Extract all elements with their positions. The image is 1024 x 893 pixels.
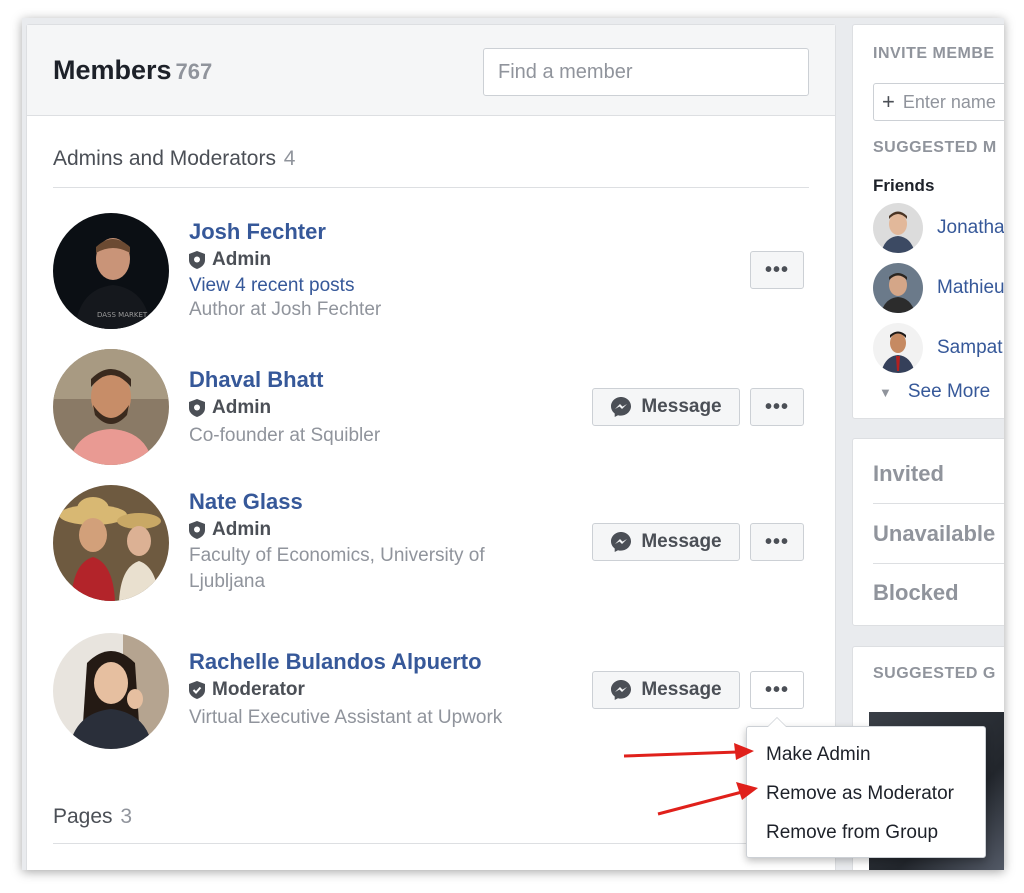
friend-name[interactable]: Mathieu <box>937 277 1004 299</box>
member-description: Virtual Executive Assistant at Upwork <box>189 707 503 728</box>
friend-name[interactable]: Sampat <box>937 337 1002 359</box>
member-row: Dhaval Bhatt Admin Co-founder at Squible… <box>53 349 809 469</box>
suggested-members-heading: SUGGESTED M <box>873 139 997 156</box>
member-description: Faculty of Economics, University of Ljub… <box>189 545 485 592</box>
pages-section-title: Pages 3 <box>53 805 132 829</box>
see-more-label: See More <box>907 381 991 402</box>
invite-card: INVITE MEMBE + Enter name SUGGESTED M Fr… <box>852 24 1004 419</box>
members-count: 767 <box>175 59 213 84</box>
more-icon: ••• <box>764 678 789 701</box>
message-button-label: Message <box>641 396 722 417</box>
member-row: Nate Glass Admin Faculty of Economics, U… <box>53 485 809 605</box>
message-button[interactable]: Message <box>592 671 740 709</box>
shield-icon <box>189 521 205 539</box>
shield-icon <box>189 399 205 417</box>
plus-icon: + <box>882 89 895 114</box>
menu-item-remove-from-group[interactable]: Remove from Group <box>766 822 938 844</box>
member-avatar[interactable] <box>53 349 169 465</box>
annotation-arrow-icon <box>623 743 754 760</box>
message-button[interactable]: Message <box>592 523 740 561</box>
friends-label: Friends <box>873 176 935 195</box>
status-divider <box>873 563 1004 564</box>
see-more-link[interactable]: ▼ See More <box>879 381 990 403</box>
shield-icon <box>189 251 205 269</box>
chevron-down-icon: ▼ <box>879 384 892 400</box>
member-description: Co-founder at Squibler <box>189 425 381 446</box>
member-description: Author at Josh Fechter <box>189 299 382 320</box>
friend-avatar <box>873 323 923 373</box>
invited-link[interactable]: Invited <box>873 461 944 487</box>
member-avatar[interactable]: DASS MARKET <box>53 213 169 329</box>
member-role-label: Admin <box>212 249 272 270</box>
more-icon: ••• <box>764 395 789 418</box>
member-name[interactable]: Josh Fechter <box>189 219 326 245</box>
more-icon: ••• <box>764 530 789 553</box>
member-options-menu: Make Admin Remove as Moderator Remove fr… <box>746 717 986 858</box>
menu-item-remove-moderator[interactable]: Remove as Moderator <box>766 783 954 805</box>
members-title-text: Members <box>53 55 172 85</box>
section-count: 4 <box>283 147 296 170</box>
suggested-groups-heading: SUGGESTED G <box>873 665 996 682</box>
member-avatar[interactable] <box>53 485 169 601</box>
member-name[interactable]: Rachelle Bulandos Alpuerto <box>189 649 482 675</box>
recent-posts-link[interactable]: View 4 recent posts <box>189 275 354 297</box>
messenger-icon <box>611 680 632 700</box>
member-role-label: Admin <box>212 519 272 540</box>
pages-title-text: Pages <box>53 805 113 828</box>
find-member-input[interactable] <box>483 48 809 96</box>
status-divider <box>873 503 1004 504</box>
invite-input[interactable]: + Enter name <box>873 83 1004 121</box>
member-row: DASS MARKET Josh Fechter Admin View 4 re… <box>53 213 809 333</box>
suggested-friend[interactable]: Mathieu <box>873 263 1004 315</box>
messenger-icon <box>611 532 632 552</box>
member-role: Admin <box>189 397 271 419</box>
shield-check-icon <box>189 681 205 699</box>
suggested-friend[interactable]: Sampat <box>873 323 1004 375</box>
pages-divider <box>53 843 809 844</box>
menu-item-make-admin[interactable]: Make Admin <box>766 744 871 766</box>
messenger-icon <box>611 397 632 417</box>
section-title: Admins and Moderators 4 <box>53 147 295 171</box>
page-title: Members 767 <box>53 55 212 86</box>
message-button[interactable]: Message <box>592 388 740 426</box>
friend-name[interactable]: Jonatha <box>937 217 1004 239</box>
unavailable-link[interactable]: Unavailable <box>873 521 995 547</box>
invite-placeholder: Enter name <box>902 91 996 112</box>
friend-avatar <box>873 203 923 253</box>
member-role: Moderator <box>189 679 305 701</box>
member-role-label: Moderator <box>212 679 305 700</box>
member-name[interactable]: Nate Glass <box>189 489 303 515</box>
invite-heading: INVITE MEMBE <box>873 45 995 62</box>
message-button-label: Message <box>641 679 722 700</box>
more-options-button[interactable]: ••• <box>750 251 804 289</box>
members-header: Members 767 <box>27 25 835 116</box>
member-row: Rachelle Bulandos Alpuerto Moderator Vir… <box>53 633 809 753</box>
more-options-button[interactable]: ••• <box>750 523 804 561</box>
member-status-card: Invited Unavailable Blocked <box>852 438 1004 626</box>
section-title-text: Admins and Moderators <box>53 147 276 170</box>
member-role-label: Admin <box>212 397 272 418</box>
member-role: Admin <box>189 249 271 271</box>
more-options-button[interactable]: ••• <box>750 388 804 426</box>
blocked-link[interactable]: Blocked <box>873 580 959 606</box>
more-icon: ••• <box>764 258 789 281</box>
message-button-label: Message <box>641 531 722 552</box>
annotation-arrow-icon <box>657 782 758 816</box>
suggested-friend[interactable]: Jonatha <box>873 203 1004 255</box>
app-frame: Members767 Admins and Moderators 4 DASS … <box>22 18 1004 870</box>
section-divider <box>53 187 809 188</box>
member-role: Admin <box>189 519 271 541</box>
pages-count: 3 <box>120 805 133 828</box>
member-avatar[interactable] <box>53 633 169 749</box>
more-options-button[interactable]: ••• <box>750 671 804 709</box>
member-name[interactable]: Dhaval Bhatt <box>189 367 323 393</box>
friend-avatar <box>873 263 923 313</box>
svg-text:DASS MARKET: DASS MARKET <box>97 311 148 319</box>
